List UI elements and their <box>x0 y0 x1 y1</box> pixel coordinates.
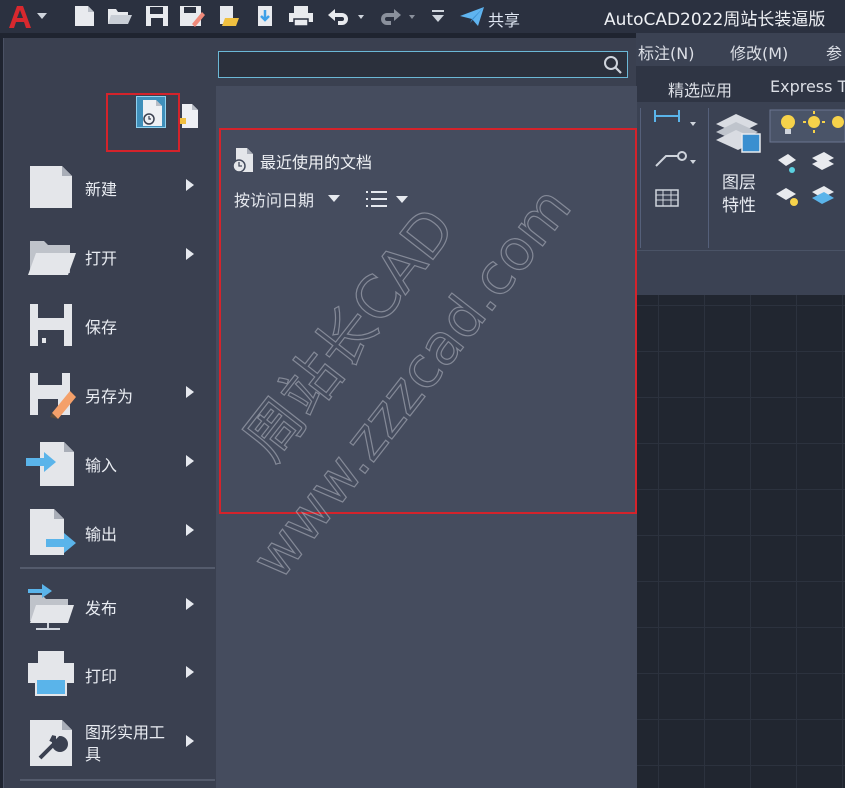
menu-item-label: 输出 <box>85 525 118 544</box>
layer-panel-label-2: 特性 <box>722 196 756 216</box>
view-mode-dropdown[interactable] <box>366 189 412 209</box>
autocad-logo-icon <box>4 2 50 32</box>
menu-item-new[interactable]: 新建 <box>22 156 212 216</box>
menu-item-publish[interactable]: 发布 <box>22 575 212 635</box>
publish-icon <box>28 584 74 630</box>
ribbon-tab-bar: 精选应用 Express T <box>636 66 845 102</box>
highlight-frame <box>106 93 180 152</box>
chevron-right-icon <box>186 179 194 191</box>
print-icon <box>28 651 74 696</box>
share-label[interactable]: 共享 <box>488 7 520 31</box>
menu-dimension[interactable]: 标注(N) <box>638 40 694 64</box>
drawing-utilities-icon <box>30 720 72 766</box>
menu-item-export[interactable]: 输出 <box>22 501 212 561</box>
menu-modify[interactable]: 修改(M) <box>730 40 788 64</box>
menu-item-drawing-utilities[interactable]: 图形实用工具 <box>22 712 212 772</box>
import-icon <box>26 442 74 486</box>
save-as-icon <box>30 373 76 419</box>
sort-by-dropdown[interactable]: 按访问日期 <box>234 186 341 212</box>
open-folder-icon <box>28 241 76 275</box>
plot-icon[interactable] <box>287 4 313 28</box>
menu-item-label: 输入 <box>85 456 118 475</box>
menu-item-label: 保存 <box>85 318 118 337</box>
layer-panel-label-1: 图层 <box>722 173 756 193</box>
chevron-right-icon <box>186 598 194 610</box>
layer-tools-icon <box>776 152 834 206</box>
menu-item-label: 打印 <box>85 667 118 686</box>
tab-express-tools[interactable]: Express T <box>770 77 845 96</box>
search-input[interactable] <box>218 51 628 78</box>
application-menu: 新建 打开 保存 另存为 输入 输出 发布 打印 图形实用工具 最近使用的文档 … <box>3 38 637 788</box>
share-icon[interactable] <box>458 4 484 28</box>
menu-item-save-as[interactable]: 另存为 <box>22 363 212 423</box>
tab-featured-apps[interactable]: 精选应用 <box>668 77 732 101</box>
undo-icon[interactable] <box>324 4 366 28</box>
dimension-linear-icon <box>654 110 696 126</box>
menu-divider <box>20 779 215 781</box>
chevron-right-icon <box>186 524 194 536</box>
menu-bar: 标注(N) 修改(M) 参 <box>636 33 845 66</box>
menu-parametric[interactable]: 参 <box>826 40 842 64</box>
save-icon[interactable] <box>144 4 170 28</box>
menu-item-label: 另存为 <box>85 387 134 406</box>
save-web-mobile-icon[interactable] <box>252 4 278 28</box>
save-disk-icon <box>30 304 72 346</box>
menu-item-open[interactable]: 打开 <box>22 225 212 285</box>
open-icon[interactable] <box>106 4 132 28</box>
chevron-right-icon <box>186 386 194 398</box>
list-view-icon <box>366 191 408 207</box>
chevron-right-icon <box>186 248 194 260</box>
ribbon-panel-strip <box>636 250 845 295</box>
ribbon-panel: 图层 特性 <box>636 102 845 250</box>
chevron-right-icon <box>186 666 194 678</box>
title-bar: 共享 AutoCAD2022周站长装逼版 <box>0 0 845 33</box>
menu-item-label: 图形实用工具 <box>85 723 166 764</box>
app-menu-button[interactable] <box>4 2 50 32</box>
new-icon[interactable] <box>72 4 98 28</box>
sort-by-label: 按访问日期 <box>234 191 315 210</box>
search-icon[interactable] <box>603 55 623 75</box>
redo-icon[interactable] <box>377 4 419 28</box>
chevron-right-icon <box>186 735 194 747</box>
drawing-canvas[interactable] <box>636 295 845 788</box>
leader-icon <box>655 151 696 167</box>
chevron-down-icon <box>328 195 341 202</box>
chevron-right-icon <box>186 455 194 467</box>
customize-dropdown-icon[interactable] <box>428 4 454 28</box>
layer-properties-icon <box>716 114 761 153</box>
menu-item-print[interactable]: 打印 <box>22 643 212 703</box>
menu-item-label: 打开 <box>85 249 118 268</box>
new-doc-icon <box>30 166 72 208</box>
menu-divider <box>20 567 215 569</box>
table-icon <box>655 189 679 207</box>
open-web-mobile-icon[interactable] <box>215 4 241 28</box>
menu-item-label: 新建 <box>85 180 118 199</box>
app-menu-commands: 新建 打开 保存 另存为 输入 输出 发布 打印 图形实用工具 <box>4 38 216 788</box>
window-title: AutoCAD2022周站长装逼版 <box>604 10 826 30</box>
menu-item-save[interactable]: 保存 <box>22 294 212 354</box>
menu-item-import[interactable]: 输入 <box>22 432 212 492</box>
menu-item-label: 发布 <box>85 599 118 618</box>
recent-documents-icon <box>232 148 253 173</box>
saveas-icon[interactable] <box>178 4 205 28</box>
recent-documents-title: 最近使用的文档 <box>260 153 373 172</box>
export-icon <box>30 509 76 555</box>
